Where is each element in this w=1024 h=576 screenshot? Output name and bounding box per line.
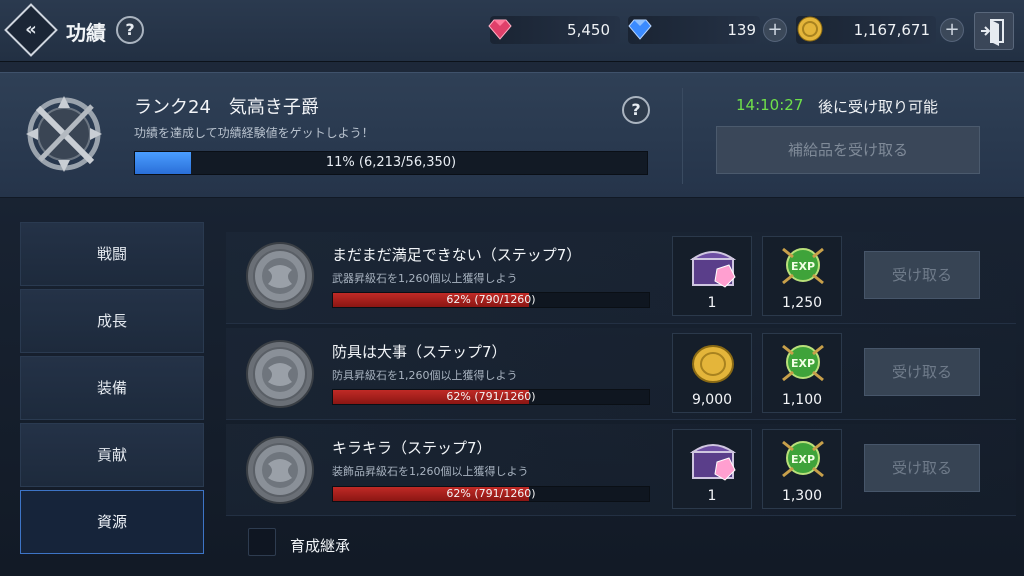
currency-value-gold: 1,167,671 — [853, 21, 930, 39]
page-title: 功績 — [66, 21, 106, 45]
quest-medal-icon — [246, 242, 314, 310]
exit-button[interactable] — [974, 12, 1014, 50]
sidebar-item-equipment[interactable]: 装備 — [20, 356, 204, 420]
add-gold-button[interactable]: + — [940, 18, 964, 42]
exit-door-icon — [981, 19, 1004, 46]
reward-slot[interactable]: EXP 1,300 — [762, 429, 842, 509]
reward-amount: 1,250 — [781, 295, 823, 311]
reward-slot[interactable]: EXP 1,100 — [762, 333, 842, 413]
help-button[interactable]: ? — [116, 16, 144, 44]
reward-amount: 1 — [707, 488, 717, 504]
inherit-checkbox[interactable] — [248, 528, 276, 556]
claim-button[interactable]: 受け取る — [864, 348, 980, 396]
quest-medal-icon — [246, 340, 314, 408]
currency-value-blue-gem: 139 — [727, 21, 756, 39]
reward-amount: 9,000 — [691, 392, 733, 408]
quest-medal-icon — [246, 436, 314, 504]
rank-progress-bar: 11% (6,213/56,350) — [134, 151, 648, 175]
quest-progress-bar: 62% (790/1260) — [332, 292, 650, 308]
exp-label: EXP — [791, 357, 815, 370]
supply-timer-suffix: 後に受け取り可能 — [818, 98, 939, 116]
claim-button[interactable]: 受け取る — [864, 444, 980, 492]
reward-slot[interactable]: 9,000 — [672, 333, 752, 413]
quest-progress-text: 62% (791/1260) — [446, 487, 536, 500]
reward-slot[interactable]: 1 — [672, 236, 752, 316]
exp-label: EXP — [791, 453, 815, 466]
quest-description: 防具昇級石を1,260個以上獲得しよう — [332, 369, 518, 382]
quest-title: キラキラ（ステップ7） — [332, 439, 492, 457]
quest-progress-bar: 62% (791/1260) — [332, 486, 650, 502]
sidebar-item-contribution[interactable]: 貢献 — [20, 423, 204, 487]
add-blue-gem-button[interactable]: + — [763, 18, 787, 42]
blue-gem-icon — [628, 19, 652, 40]
claim-supplies-button[interactable]: 補給品を受け取る — [716, 126, 980, 174]
reward-slot[interactable]: EXP 1,250 — [762, 236, 842, 316]
quest-progress-bar: 62% (791/1260) — [332, 389, 650, 405]
exp-label: EXP — [791, 260, 815, 273]
quest-description: 武器昇級石を1,260個以上獲得しよう — [332, 272, 518, 285]
gold-coin-icon — [692, 345, 734, 383]
quest-title: 防具は大事（ステップ7） — [332, 343, 507, 361]
exp-icon: EXP — [782, 344, 824, 382]
sidebar-item-resources[interactable]: 資源 — [20, 490, 204, 554]
rank-progress-text: 11% (6,213/56,350) — [325, 155, 457, 170]
panel-divider — [682, 88, 683, 184]
rank-emblem-icon — [26, 96, 102, 172]
reward-amount: 1,300 — [781, 488, 823, 504]
claim-button[interactable]: 受け取る — [864, 251, 980, 299]
rank-subtitle: 功績を達成して功績経験値をゲットしよう！ — [134, 126, 374, 140]
reward-amount: 1 — [707, 295, 717, 311]
reward-amount: 1,100 — [781, 392, 823, 408]
gold-coin-icon — [797, 16, 823, 42]
quest-title: まだまだ満足できない（ステップ7） — [332, 246, 582, 264]
exp-icon: EXP — [782, 247, 824, 285]
reward-slot[interactable]: 1 — [672, 429, 752, 509]
quest-progress-text: 62% (790/1260) — [446, 293, 536, 306]
rank-help-button[interactable]: ? — [622, 96, 650, 124]
exp-icon: EXP — [782, 440, 824, 478]
currency-value-red-gem: 5,450 — [567, 21, 610, 39]
treasure-chest-icon — [689, 444, 737, 481]
treasure-chest-icon — [689, 251, 737, 288]
red-gem-icon — [488, 19, 512, 40]
chevron-left-icon: « — [25, 19, 37, 40]
quest-description: 装飾品昇級石を1,260個以上獲得しよう — [332, 465, 529, 478]
sidebar-item-battle[interactable]: 戦闘 — [20, 222, 204, 286]
sidebar-item-growth[interactable]: 成長 — [20, 289, 204, 353]
quest-progress-text: 62% (791/1260) — [446, 390, 536, 403]
supply-timer: 14:10:27 — [736, 96, 804, 114]
rank-title: ランク24 気高き子爵 — [134, 97, 319, 118]
inherit-label: 育成継承 — [290, 537, 351, 555]
